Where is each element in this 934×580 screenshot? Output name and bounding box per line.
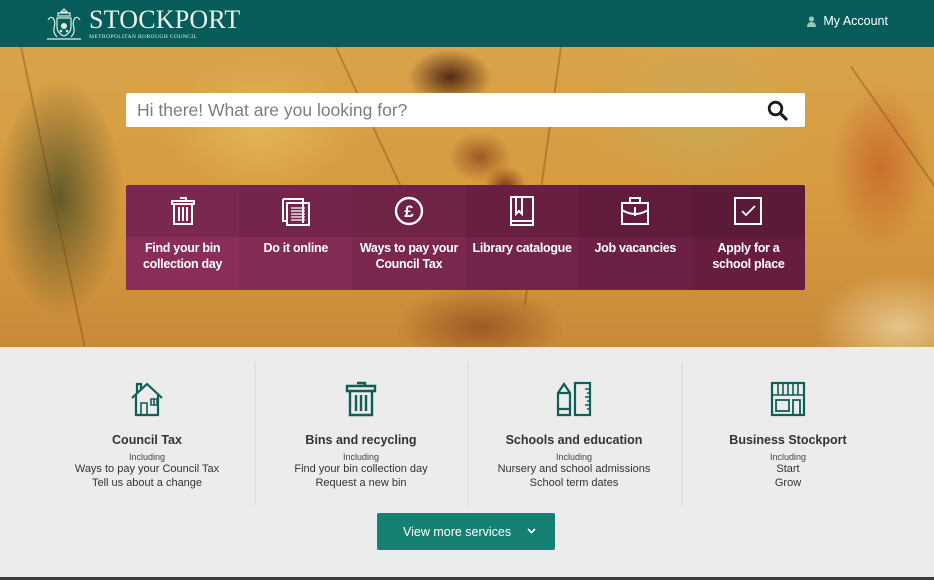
leaf-vein-decoration [850, 65, 934, 231]
logo-subtitle: METROPOLITAN BOROUGH COUNCIL [89, 33, 198, 40]
documents-icon [281, 198, 310, 226]
search-input[interactable] [126, 93, 757, 127]
service-council-tax[interactable]: Council Tax Including Ways to pay your C… [40, 361, 254, 505]
service-link[interactable]: Ways to pay your Council Tax [40, 462, 254, 476]
quick-link-school-place[interactable]: Apply for a school place [691, 185, 805, 290]
quick-link-label: Apply for a school place [712, 241, 785, 271]
bin-icon [170, 197, 195, 225]
crest-icon [47, 8, 81, 40]
quick-link-label: Find your bin collection day [143, 241, 223, 271]
my-account-label: My Account [823, 14, 888, 28]
hero-banner: Find your bin collection day Do it onlin… [0, 47, 934, 347]
service-including: Including [342, 452, 380, 462]
quick-link-job-vacancies[interactable]: Job vacancies [578, 185, 692, 290]
quick-link-label: Ways to pay your Council Tax [359, 241, 459, 271]
service-link[interactable]: Grow [681, 476, 895, 490]
leaf-vein-decoration [20, 47, 87, 347]
service-link[interactable]: Start [681, 462, 895, 476]
search-bar [126, 93, 805, 127]
house-icon [131, 382, 163, 417]
service-title: Schools and education [505, 433, 643, 447]
service-link[interactable]: Nursery and school admissions [467, 462, 681, 476]
quick-link-bin-collection[interactable]: Find your bin collection day [126, 185, 240, 290]
service-including: Including [555, 452, 593, 462]
quick-link-label: Job vacancies [594, 241, 677, 255]
service-link[interactable]: Tell us about a change [40, 476, 254, 490]
logo-title: STOCKPORT [89, 4, 241, 34]
services-section: Council Tax Including Ways to pay your C… [0, 347, 934, 577]
shopfront-icon [770, 381, 806, 417]
quick-link-do-it-online[interactable]: Do it online [239, 185, 353, 290]
chevron-down-icon [527, 528, 536, 534]
my-account-link[interactable]: My Account [807, 14, 888, 28]
checkbox-icon [734, 197, 763, 225]
service-schools-education[interactable]: Schools and education Including Nursery … [467, 361, 681, 505]
service-bins-recycling[interactable]: Bins and recycling Including Find your b… [254, 361, 468, 505]
service-title: Business Stockport [729, 433, 847, 447]
view-more-services-button[interactable]: View more services [377, 513, 555, 550]
service-including: Including [128, 452, 166, 462]
service-link[interactable]: Find your bin collection day [254, 462, 468, 476]
quick-links: Find your bin collection day Do it onlin… [126, 185, 805, 290]
view-more-label: View more services [403, 524, 512, 539]
briefcase-icon [621, 197, 650, 225]
book-icon [510, 196, 535, 226]
service-link[interactable]: Request a new bin [254, 476, 468, 490]
user-icon [807, 15, 817, 27]
service-title: Bins and recycling [305, 433, 417, 447]
quick-link-label: Do it online [263, 241, 329, 255]
quick-link-label: Library catalogue [472, 241, 572, 255]
bin-icon [345, 381, 377, 417]
stockport-logo[interactable]: STOCKPORT METROPOLITAN BOROUGH COUNCIL [43, 6, 240, 42]
site-header: STOCKPORT METROPOLITAN BOROUGH COUNCIL M… [0, 0, 934, 47]
search-button[interactable] [757, 93, 797, 127]
pencil-ruler-icon [556, 381, 592, 417]
service-business-stockport[interactable]: Business Stockport Including Start Grow [681, 361, 895, 505]
service-title: Council Tax [112, 433, 182, 447]
svg-text:£: £ [404, 202, 414, 221]
service-link[interactable]: School term dates [467, 476, 681, 490]
quick-link-council-tax[interactable]: £ Ways to pay your Council Tax [352, 185, 466, 290]
pound-icon: £ [394, 196, 424, 226]
service-including: Including [769, 452, 807, 462]
search-icon [767, 100, 788, 121]
quick-link-library[interactable]: Library catalogue [465, 185, 579, 290]
